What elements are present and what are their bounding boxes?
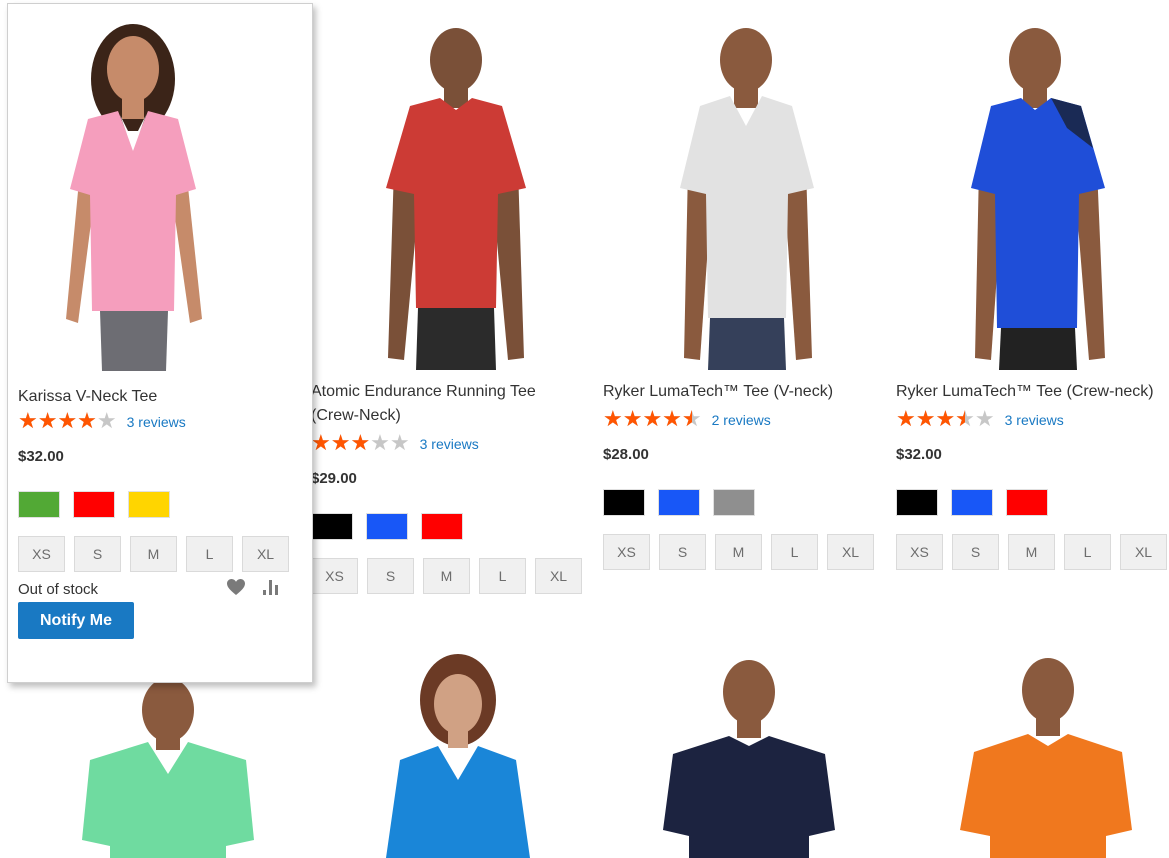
rating-row: ★★★★★★★★★★ 3 reviews [896, 408, 1168, 432]
product-card[interactable] [340, 650, 570, 858]
notify-me-button[interactable]: Notify Me [18, 602, 134, 639]
color-swatch-blue[interactable] [366, 513, 408, 540]
star-rating: ★★★★★★★★★★ [603, 407, 702, 432]
product-photo-man-white-vneck [680, 28, 814, 370]
color-swatch-blue[interactable] [658, 489, 700, 516]
size-option-l[interactable]: L [186, 536, 233, 572]
product-photo-man-blue-tee [971, 28, 1105, 370]
product-photo-man-navy-tee [663, 660, 835, 858]
stock-row: Out of stock [18, 578, 298, 600]
compare-chart-icon[interactable] [262, 578, 282, 601]
star-rating-fill: ★★★★★ [18, 411, 97, 433]
size-option-xl[interactable]: XL [242, 536, 289, 572]
rating-row: ★★★★★★★★★★ 3 reviews [311, 432, 591, 456]
size-option-l[interactable]: L [1064, 534, 1111, 570]
star-rating-fill: ★★★★★ [896, 409, 966, 431]
color-swatch-blue[interactable] [951, 489, 993, 516]
size-option-xs[interactable]: XS [311, 558, 358, 594]
product-card[interactable]: Ryker LumaTech™ Tee (V-neck) ★★★★★★★★★★ … [603, 18, 883, 570]
size-option-m[interactable]: M [715, 534, 762, 570]
size-option-m[interactable]: M [1008, 534, 1055, 570]
color-swatches [311, 513, 591, 540]
product-grid: Karissa V-Neck Tee ★★★★★★★★★★ 3 reviews … [0, 0, 1169, 858]
color-swatch-gray[interactable] [713, 489, 755, 516]
star-rating: ★★★★★★★★★★ [311, 431, 410, 456]
product-price: $29.00 [311, 470, 357, 487]
product-card-hovered[interactable]: Karissa V-Neck Tee ★★★★★★★★★★ 3 reviews … [7, 3, 313, 683]
size-option-s[interactable]: S [74, 536, 121, 572]
rating-row: ★★★★★★★★★★ 3 reviews [18, 410, 298, 434]
size-options: XS S M L XL [18, 536, 298, 572]
product-actions [226, 578, 282, 601]
product-price: $32.00 [896, 446, 942, 463]
product-image[interactable] [336, 18, 566, 370]
color-swatches [18, 491, 298, 518]
product-price: $28.00 [603, 446, 649, 463]
product-image[interactable] [628, 18, 858, 370]
product-name[interactable]: Karissa V-Neck Tee [18, 388, 298, 406]
product-card[interactable] [930, 650, 1160, 858]
size-option-l[interactable]: L [479, 558, 526, 594]
product-card[interactable]: Atomic Endurance Running Tee (Crew-Neck)… [311, 18, 591, 594]
color-swatch-red[interactable] [1006, 489, 1048, 516]
color-swatch-red[interactable] [421, 513, 463, 540]
star-rating: ★★★★★★★★★★ [896, 407, 995, 432]
color-swatches [603, 489, 883, 516]
product-name[interactable]: Ryker LumaTech™ Tee (V-neck) [603, 380, 883, 404]
reviews-link[interactable]: 3 reviews [127, 414, 186, 430]
product-image[interactable] [917, 18, 1147, 370]
product-photo-woman-blue-longsleeve [386, 654, 530, 858]
size-options: XS S M L XL [311, 558, 591, 594]
size-option-l[interactable]: L [771, 534, 818, 570]
color-swatch-black[interactable] [603, 489, 645, 516]
reviews-link[interactable]: 2 reviews [712, 412, 771, 428]
product-price: $32.00 [18, 448, 64, 465]
size-option-s[interactable]: S [952, 534, 999, 570]
size-option-xl[interactable]: XL [535, 558, 582, 594]
product-name-line1[interactable]: Atomic Endurance Running Tee [311, 383, 536, 400]
size-option-s[interactable]: S [659, 534, 706, 570]
product-name-line2[interactable]: (Crew-Neck) [311, 407, 401, 424]
size-option-m[interactable]: M [130, 536, 177, 572]
product-name[interactable]: Ryker LumaTech™ Tee (Crew-neck) [896, 380, 1168, 404]
reviews-link[interactable]: 3 reviews [1005, 412, 1064, 428]
color-swatch-red[interactable] [73, 491, 115, 518]
color-swatches [896, 489, 1168, 516]
stock-status: Out of stock [18, 580, 99, 598]
product-photo-woman-pink-tee [66, 24, 202, 371]
rating-row: ★★★★★★★★★★ 2 reviews [603, 408, 883, 432]
star-rating-fill: ★★★★★ [311, 433, 371, 455]
product-photo-man-red-tee [386, 28, 526, 370]
product-photo-man-orange-tee [960, 658, 1132, 858]
product-card[interactable] [633, 650, 863, 858]
size-option-xs[interactable]: XS [896, 534, 943, 570]
star-rating-fill: ★★★★★ [603, 409, 692, 431]
size-option-s[interactable]: S [367, 558, 414, 594]
reviews-link[interactable]: 3 reviews [420, 436, 479, 452]
product-image[interactable] [18, 19, 298, 376]
product-card[interactable]: Ryker LumaTech™ Tee (Crew-neck) ★★★★★ ★★★… [896, 18, 1168, 570]
color-swatch-black[interactable] [311, 513, 353, 540]
size-option-xl[interactable]: XL [827, 534, 874, 570]
size-option-m[interactable]: M [423, 558, 470, 594]
color-swatch-black[interactable] [896, 489, 938, 516]
heart-icon[interactable] [226, 578, 246, 601]
size-option-xs[interactable]: XS [603, 534, 650, 570]
product-name[interactable]: Atomic Endurance Running Tee (Crew-Neck) [311, 380, 591, 428]
size-options: XS S M L XL [896, 534, 1168, 570]
size-option-xs[interactable]: XS [18, 536, 65, 572]
color-swatch-green[interactable] [18, 491, 60, 518]
size-options: XS S M L XL [603, 534, 883, 570]
size-option-xl[interactable]: XL [1120, 534, 1167, 570]
color-swatch-yellow[interactable] [128, 491, 170, 518]
star-rating: ★★★★★★★★★★ [18, 409, 117, 434]
